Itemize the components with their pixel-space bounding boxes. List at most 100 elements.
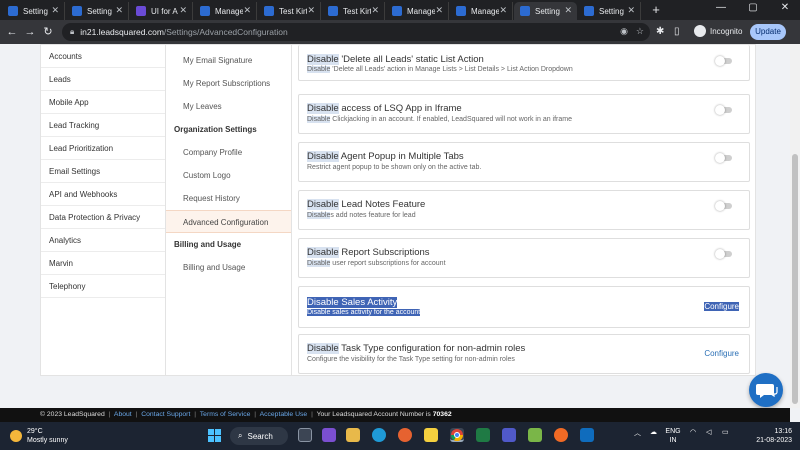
configure-link[interactable]: Configure [704, 349, 739, 358]
wifi-icon[interactable]: ◠ [690, 428, 696, 436]
setting-title-text: Disable Sales Activity [307, 297, 398, 308]
setting-card: Disable 'Delete all Leads' static List A… [298, 45, 750, 81]
browser-tab[interactable]: Setting ✕ [2, 2, 65, 20]
subnav-section-heading: Billing and Usage [174, 240, 242, 249]
browser-tab[interactable]: Setting ✕ [66, 2, 129, 20]
browser-tab[interactable]: UI for A ✕ [130, 2, 193, 20]
chrome-icon[interactable] [450, 428, 464, 442]
subnav-item[interactable]: Custom Logo [166, 164, 291, 187]
teams-icon[interactable] [502, 428, 516, 442]
sidepanel-icon[interactable]: ▯ [674, 26, 680, 37]
setting-toggle[interactable] [715, 153, 733, 163]
minimize-button[interactable]: — [706, 2, 736, 13]
tab-close-icon[interactable]: ✕ [627, 5, 635, 16]
sun-icon [10, 430, 22, 442]
tray-overflow-icon[interactable]: ︿ [634, 428, 641, 438]
volume-icon[interactable]: ◁ [706, 428, 711, 436]
language-indicator[interactable]: ENG IN [664, 427, 682, 445]
chat-support-button[interactable] [749, 373, 783, 407]
tool-app-icon[interactable] [554, 428, 568, 442]
settings-category-item[interactable]: Marvin [41, 252, 165, 275]
close-window-button[interactable]: ✕ [770, 2, 800, 13]
settings-category-item[interactable]: Email Settings [41, 160, 165, 183]
subnav-item[interactable]: Request History [166, 187, 291, 210]
tab-close-icon[interactable]: ✕ [564, 5, 572, 16]
new-tab-button[interactable]: + [648, 2, 664, 18]
settings-category-item[interactable]: Lead Prioritization [41, 137, 165, 160]
browser-tab[interactable]: Manage ✕ [194, 2, 257, 20]
tab-title: Setting [535, 6, 560, 16]
tab-close-icon[interactable]: ✕ [371, 5, 379, 16]
tab-close-icon[interactable]: ✕ [435, 5, 443, 16]
browser-tab[interactable]: Setting ✕ [578, 2, 641, 20]
page-scrollbar[interactable] [790, 44, 800, 408]
incognito-indicator[interactable]: Incognito [694, 25, 742, 37]
tab-close-icon[interactable]: ✕ [499, 5, 507, 16]
tab-close-icon[interactable]: ✕ [179, 5, 187, 16]
setting-toggle[interactable] [715, 105, 733, 115]
browser-tab[interactable]: Manage ✕ [450, 2, 513, 20]
file-explorer-icon[interactable] [346, 428, 360, 442]
settings-category-item[interactable]: Telephony [41, 275, 165, 298]
excel-icon[interactable] [476, 428, 490, 442]
subnav-item[interactable]: Advanced Configuration [166, 210, 291, 233]
scrollbar-thumb[interactable] [792, 154, 798, 404]
maps-app-icon[interactable] [528, 428, 542, 442]
setting-toggle[interactable] [715, 201, 733, 211]
setting-toggle[interactable] [715, 249, 733, 259]
subnav-item[interactable]: Billing and Usage [166, 256, 291, 279]
battery-icon[interactable]: ▭ [722, 428, 729, 436]
subnav-item[interactable]: My Email Signature [166, 49, 291, 72]
browser-tab[interactable]: Test Kirt ✕ [322, 2, 385, 20]
sticky-notes-icon[interactable] [424, 428, 438, 442]
browser-tab[interactable]: Test Kirt ✕ [258, 2, 321, 20]
setting-toggle[interactable] [715, 56, 733, 66]
settings-category-item[interactable]: Mobile App [41, 91, 165, 114]
star-icon[interactable]: ☆ [636, 26, 644, 37]
footer-link-terms[interactable]: Terms of Service [200, 411, 251, 418]
subnav-item[interactable]: Company Profile [166, 141, 291, 164]
tab-title: Manage [471, 6, 499, 16]
update-button[interactable]: Update [750, 24, 786, 40]
browser-tab[interactable]: Manage ✕ [386, 2, 449, 20]
extensions-icon[interactable]: ✱ [656, 26, 664, 37]
setting-title-text: 'Delete all Leads' static List Action [338, 54, 484, 65]
setting-title-text: access of LSQ App in Iframe [338, 103, 462, 114]
tab-close-icon[interactable]: ✕ [51, 5, 59, 16]
teams-chat-icon[interactable] [322, 428, 336, 442]
maximize-button[interactable]: ▢ [738, 2, 768, 13]
configure-link[interactable]: Configure [704, 302, 739, 311]
footer-account-text: Your Leadsquared Account Number is [316, 411, 431, 418]
task-view-icon[interactable] [298, 428, 312, 442]
address-bar[interactable]: 🔒︎ in21.leadsquared.com/Settings/Advance… [62, 23, 650, 41]
settings-category-item[interactable]: API and Webhooks [41, 183, 165, 206]
settings-category-item[interactable]: Lead Tracking [41, 114, 165, 137]
subnav-item[interactable]: My Leaves [166, 95, 291, 118]
cloud-icon[interactable]: ☁ [650, 428, 657, 436]
system-clock[interactable]: 13:16 21-08-2023 [752, 427, 792, 445]
footer-link-contact-support[interactable]: Contact Support [141, 411, 190, 418]
subnav-item[interactable]: My Report Subscriptions [166, 72, 291, 95]
settings-category-item[interactable]: Leads [41, 68, 165, 91]
settings-category-item[interactable]: Analytics [41, 229, 165, 252]
tab-close-icon[interactable]: ✕ [243, 5, 251, 16]
settings-category-item[interactable]: Accounts [41, 45, 165, 68]
lock-icon: 🔒︎ [70, 27, 75, 36]
forward-icon[interactable]: → [22, 24, 38, 40]
reload-icon[interactable]: ↻ [40, 24, 56, 40]
settings-category-item[interactable]: Data Protection & Privacy [41, 206, 165, 229]
firefox-icon[interactable] [398, 428, 412, 442]
back-icon[interactable]: ← [4, 24, 20, 40]
browser-tab[interactable]: Setting ✕ [514, 2, 577, 20]
tab-close-icon[interactable]: ✕ [115, 5, 123, 16]
footer-link-about[interactable]: About [114, 411, 132, 418]
edge-icon[interactable] [372, 428, 386, 442]
taskbar-search[interactable]: ⌕ Search [230, 427, 288, 445]
outlook-icon[interactable] [580, 428, 594, 442]
tab-close-icon[interactable]: ✕ [307, 5, 315, 16]
weather-widget[interactable]: 29°C Mostly sunny [10, 427, 68, 445]
windows-start-icon[interactable] [208, 429, 221, 442]
footer-link-acceptable-use[interactable]: Acceptable Use [260, 411, 308, 418]
eye-off-icon[interactable]: ◉ [620, 26, 628, 37]
setting-description-text: Configure the visibility for the Task Ty… [307, 356, 515, 363]
